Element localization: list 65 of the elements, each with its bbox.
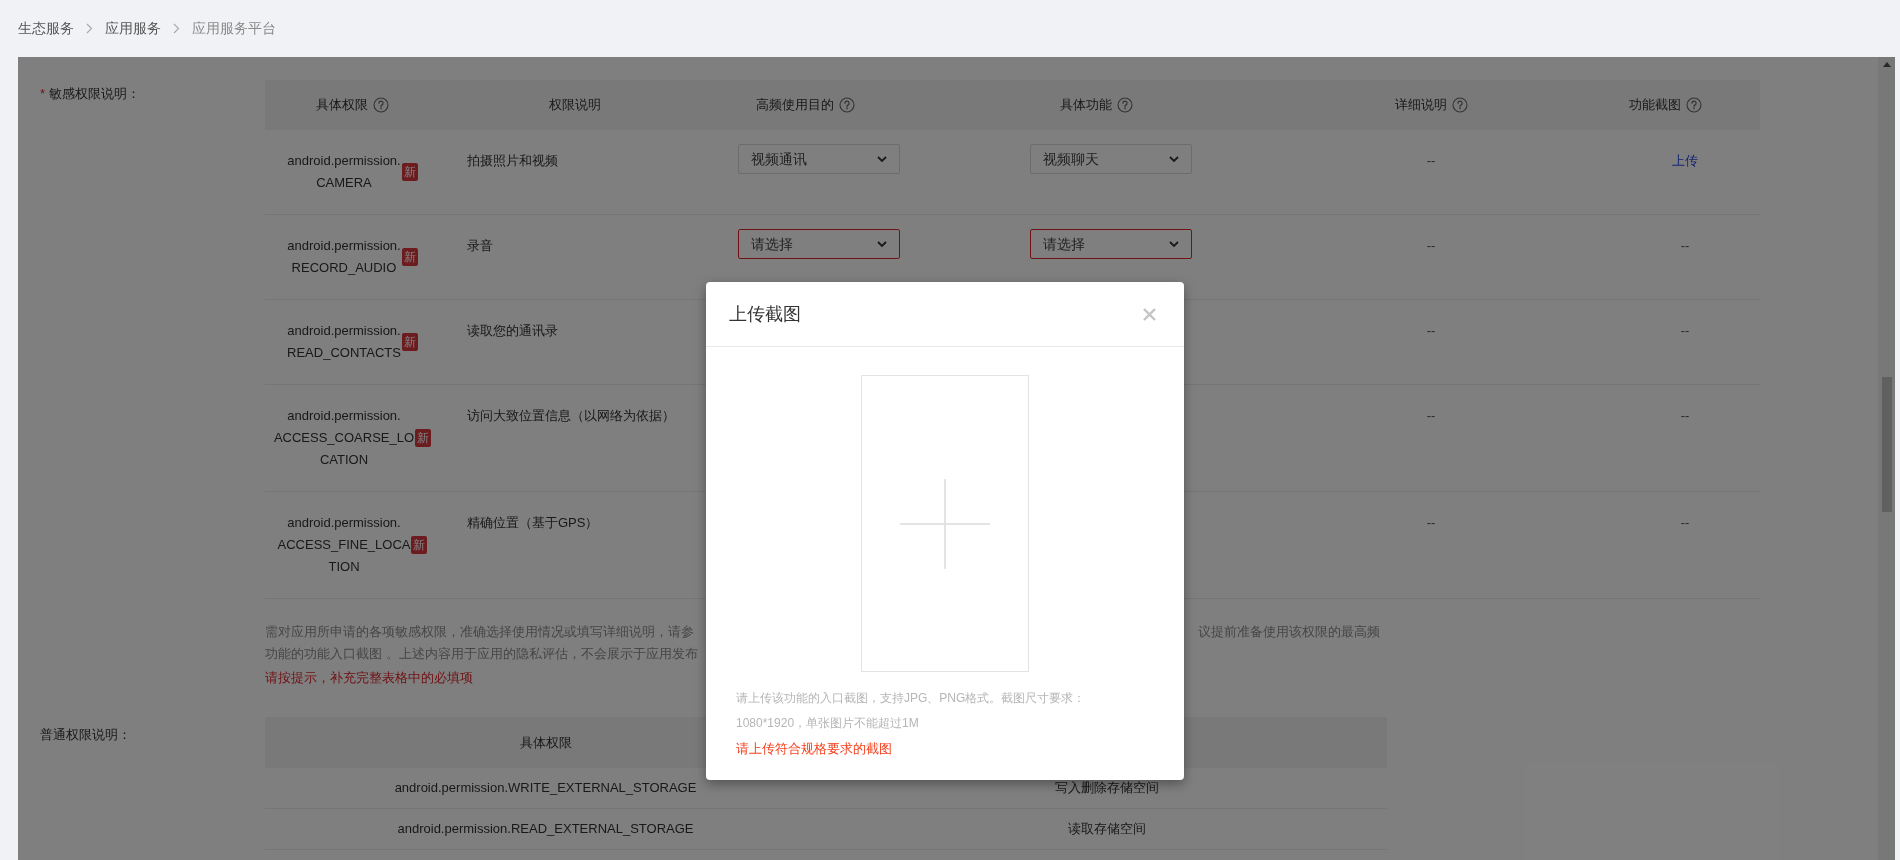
column-header: 详细说明 — [1394, 96, 1447, 115]
breadcrumb-item[interactable]: 应用服务平台 — [192, 18, 276, 39]
detail-text: -- — [1426, 322, 1436, 340]
help-icon[interactable] — [838, 97, 855, 113]
permission-name: android.permission. ACCESS_FINE_LOCA TION — [277, 514, 411, 576]
chevron-right-icon — [86, 23, 93, 34]
permission-description: 精确位置（基于GPS） — [467, 515, 599, 530]
detail-text: -- — [1426, 407, 1436, 425]
permission-description: 拍摄照片和视频 — [467, 153, 558, 168]
required-mark: * — [40, 85, 46, 103]
error-message: 请按提示，补充完整表格中的必填项 — [265, 669, 474, 687]
dialog-title: 上传截图 — [729, 302, 801, 326]
field-label: 敏感权限说明： — [49, 85, 141, 103]
column-header: 具体权限 — [519, 733, 572, 752]
close-icon[interactable] — [1143, 307, 1156, 321]
permission-name: android.permission. RECORD_AUDIO — [287, 237, 401, 277]
field-label: 普通权限说明： — [40, 727, 131, 742]
permission-description: 读取您的通讯录 — [467, 323, 558, 338]
permission-name: android.permission. CAMERA — [287, 152, 401, 192]
permission-description: 录音 — [467, 238, 493, 253]
help-icon[interactable] — [1116, 97, 1133, 113]
permission-name: android.permission.WRITE_EXTERNAL_STORAGE — [394, 779, 697, 798]
new-badge: 新 — [401, 248, 418, 266]
column-header: 权限说明 — [549, 96, 601, 115]
permission-name: android.permission. READ_CONTACTS — [287, 322, 401, 362]
scroll-up-icon[interactable] — [1882, 62, 1891, 67]
permission-description: 读取存储空间 — [1067, 820, 1146, 839]
screenshot-text: -- — [1680, 514, 1690, 532]
column-header: 具体功能 — [1059, 96, 1112, 115]
permission-description: 访问大致位置信息（以网络为依据） — [467, 408, 675, 423]
permission-name: android.permission. ACCESS_COARSE_LO CATION — [273, 407, 415, 469]
breadcrumb-item[interactable]: 应用服务 — [105, 18, 161, 39]
detail-text: -- — [1426, 152, 1436, 170]
chevron-right-icon — [173, 23, 180, 34]
upload-link[interactable]: 上传 — [1672, 150, 1698, 194]
feature-select[interactable]: 视频聊天 — [1030, 144, 1192, 174]
detail-text: -- — [1426, 237, 1436, 255]
permission-name: android.permission.READ_EXTERNAL_STORAGE — [397, 820, 694, 839]
help-icon[interactable] — [1451, 97, 1468, 113]
chevron-down-icon — [877, 240, 887, 248]
new-badge: 新 — [411, 536, 428, 554]
purpose-select[interactable]: 视频通讯 — [738, 144, 900, 174]
screenshot-text: -- — [1680, 322, 1690, 340]
chevron-down-icon — [877, 155, 887, 163]
column-header: 功能截图 — [1628, 96, 1681, 115]
column-header: 具体权限 — [316, 96, 368, 115]
breadcrumb-item[interactable]: 生态服务 — [18, 18, 74, 39]
chevron-down-icon — [1169, 155, 1179, 163]
help-icon[interactable] — [373, 97, 389, 113]
new-badge: 新 — [401, 163, 418, 181]
permission-description: 写入删除存储空间 — [1054, 779, 1159, 798]
scrollbar-thumb[interactable] — [1881, 377, 1892, 512]
help-icon[interactable] — [1685, 97, 1702, 113]
purpose-select[interactable]: 请选择 — [738, 229, 900, 259]
screenshot-text: -- — [1680, 237, 1690, 255]
scrollbar[interactable] — [1878, 57, 1895, 860]
column-header: 高频使用目的 — [755, 96, 834, 115]
detail-text: -- — [1426, 514, 1436, 532]
chevron-down-icon — [1169, 240, 1179, 248]
feature-select[interactable]: 请选择 — [1030, 229, 1192, 259]
new-badge: 新 — [401, 333, 418, 351]
new-badge: 新 — [415, 429, 432, 447]
screenshot-text: -- — [1680, 407, 1690, 425]
upload-error: 请上传符合规格要求的截图 — [736, 740, 893, 758]
plus-icon — [900, 478, 990, 569]
